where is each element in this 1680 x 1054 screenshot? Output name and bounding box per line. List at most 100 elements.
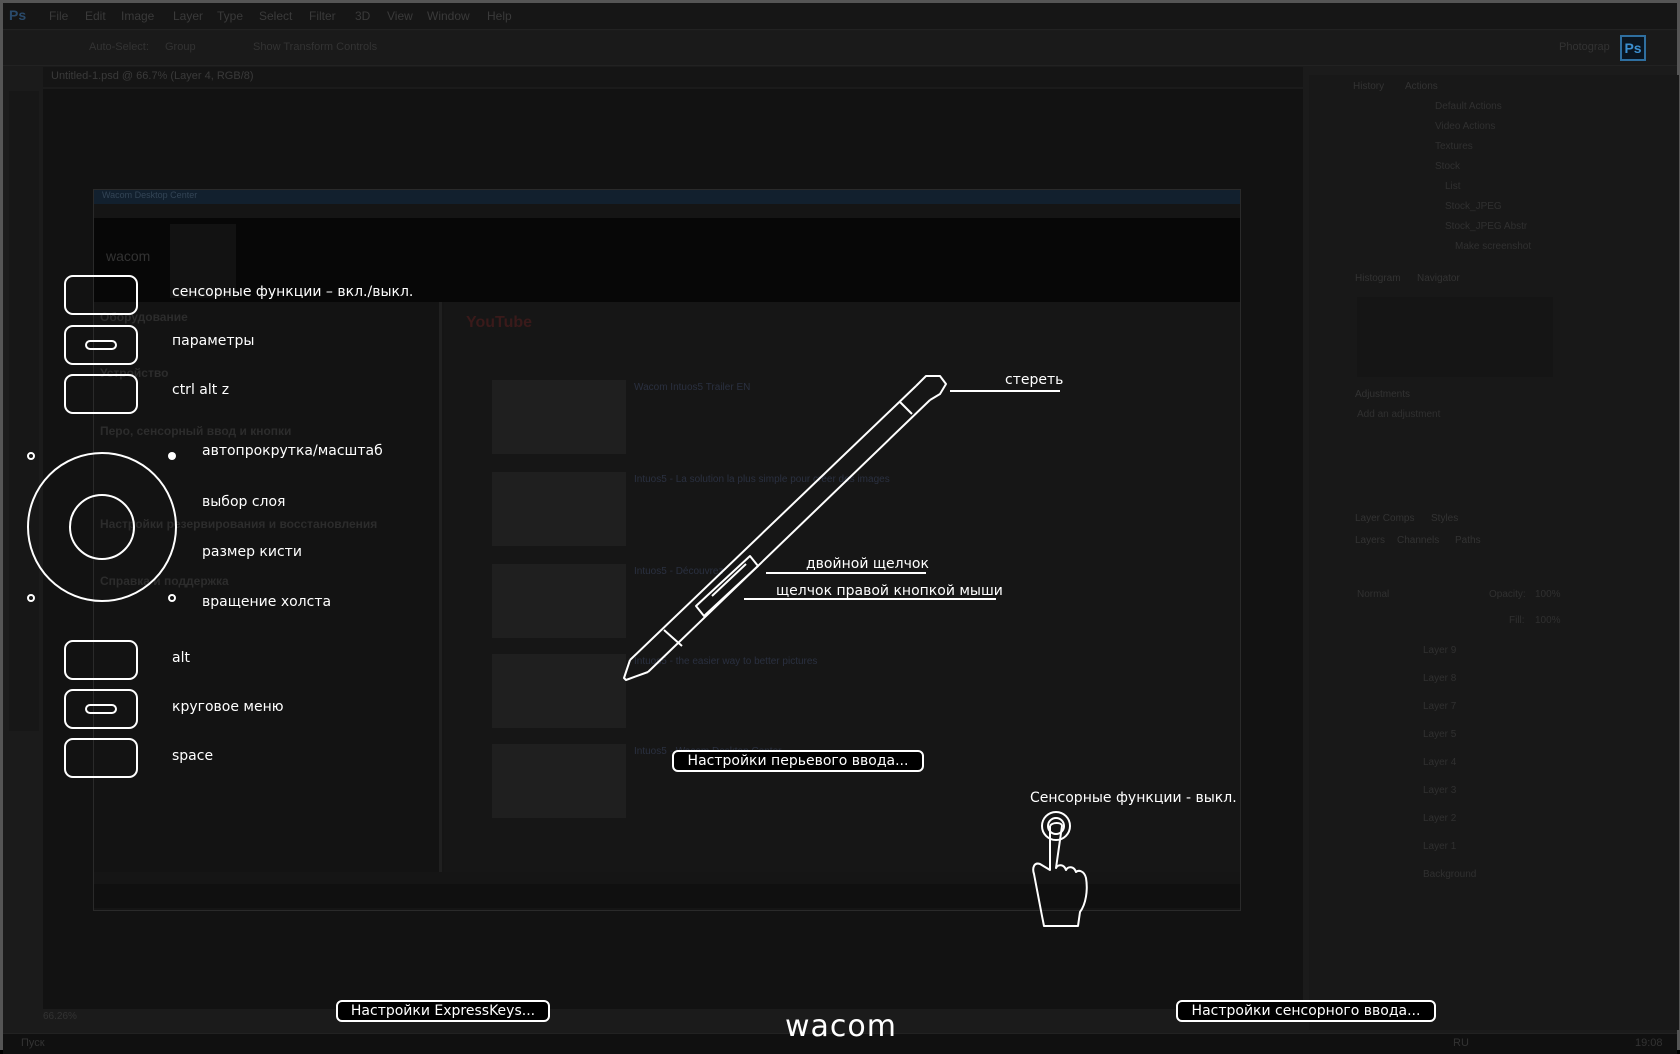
expresskey-6-label: space	[172, 748, 214, 764]
menu-select[interactable]: Select	[259, 9, 292, 23]
photoshop-app-icon: Ps	[1620, 35, 1646, 61]
touch-status-label: Сенсорные функции - выкл.	[1030, 790, 1237, 806]
ring-mode-2-label: выбор слоя	[202, 494, 286, 510]
menu-image[interactable]: Image	[121, 9, 154, 23]
ps-right-panels: History Actions Default Actions Video Ac…	[1309, 75, 1679, 1030]
menu-layer[interactable]: Layer	[173, 9, 203, 23]
expresskey-3[interactable]	[64, 374, 138, 414]
video-thumb	[492, 744, 626, 818]
histogram-graph	[1357, 297, 1553, 377]
opacity-value[interactable]: 100%	[1535, 589, 1561, 603]
ring-mode-3-label: размер кисти	[202, 544, 302, 560]
tab-channels[interactable]: Channels	[1397, 535, 1439, 551]
tab-layer-comps[interactable]: Layer Comps	[1355, 513, 1414, 529]
menu-3d[interactable]: 3D	[355, 9, 370, 23]
ps-options-bar: Auto-Select: Group Show Transform Contro…	[3, 31, 1677, 66]
ps-menubar: Ps File Edit Image Layer Type Select Fil…	[3, 3, 1677, 30]
layer-row[interactable]: Layer 4	[1423, 757, 1456, 771]
opacity-label: Opacity:	[1489, 589, 1526, 600]
layer-row[interactable]: Layer 9	[1423, 645, 1456, 659]
action-item[interactable]: List	[1445, 181, 1461, 195]
expresskey-3-label: ctrl alt z	[172, 382, 230, 398]
action-item[interactable]: Stock_JPEG Abstr	[1445, 221, 1527, 235]
menu-window[interactable]: Window	[427, 9, 470, 23]
pen-icon	[623, 375, 947, 681]
ps-tools-panel[interactable]	[9, 91, 39, 731]
ring-marker-bottom	[27, 594, 35, 602]
ring-mode-1-label: автопрокрутка/масштаб	[202, 443, 383, 459]
expresskey-2-label: параметры	[172, 333, 255, 349]
tab-adjustments[interactable]: Adjustments	[1355, 389, 1410, 405]
layer-row[interactable]: Layer 2	[1423, 813, 1456, 827]
language-indicator[interactable]: RU	[1453, 1037, 1469, 1049]
menu-type[interactable]: Type	[217, 9, 243, 23]
add-adjustment-label: Add an adjustment	[1357, 409, 1441, 420]
ring-mode-dot-4	[168, 594, 176, 602]
action-item[interactable]: Default Actions	[1435, 101, 1502, 115]
action-item[interactable]: Video Actions	[1435, 121, 1495, 135]
menu-filter[interactable]: Filter	[309, 9, 336, 23]
expresskey-1-label: сенсорные функции – вкл./выкл.	[172, 284, 414, 300]
start-button[interactable]: Пуск	[21, 1037, 45, 1049]
pill-icon	[85, 704, 117, 714]
layer-row[interactable]: Layer 8	[1423, 673, 1456, 687]
ring-marker-top	[27, 452, 35, 460]
wacom-logo: wacom	[785, 1009, 897, 1044]
ps-menubar-logo: Ps	[9, 7, 27, 23]
eraser-leader-line	[950, 390, 1060, 392]
action-item[interactable]: Stock_JPEG	[1445, 201, 1502, 215]
layer-row[interactable]: Layer 1	[1423, 841, 1456, 855]
auto-select-checkbox[interactable]: Auto-Select:	[89, 41, 149, 53]
fill-value[interactable]: 100%	[1535, 615, 1561, 629]
layer-row[interactable]: Layer 3	[1423, 785, 1456, 799]
action-item[interactable]: Textures	[1435, 141, 1473, 155]
pen-eraser-label: стереть	[1005, 372, 1064, 388]
layer-row[interactable]: Background	[1423, 869, 1476, 883]
layer-row[interactable]: Layer 7	[1423, 701, 1456, 715]
expresskey-6[interactable]	[64, 738, 138, 778]
expresskey-4-label: alt	[172, 650, 190, 666]
touch-settings-button[interactable]: Настройки сенсорного ввода...	[1176, 1000, 1436, 1022]
action-item[interactable]: Stock	[1435, 161, 1460, 175]
touch-ring-icon[interactable]	[20, 444, 190, 614]
tab-histogram[interactable]: Histogram	[1355, 273, 1401, 289]
menu-file[interactable]: File	[49, 9, 68, 23]
wdc-title: Wacom Desktop Center	[94, 190, 1240, 204]
action-item[interactable]: Make screenshot	[1455, 241, 1531, 255]
expresskey-2[interactable]	[64, 325, 138, 365]
expresskey-5[interactable]	[64, 689, 138, 729]
show-transform-checkbox[interactable]: Show Transform Controls	[253, 41, 377, 53]
pen-upper-button-label: двойной щелчок	[806, 556, 929, 572]
pen-settings-button[interactable]: Настройки перьевого ввода...	[672, 750, 924, 772]
pen-lower-button-label: щелчок правой кнопкой мыши	[776, 583, 1003, 599]
menu-view[interactable]: View	[387, 9, 413, 23]
pill-icon	[85, 340, 117, 350]
fill-label: Fill:	[1509, 615, 1525, 626]
youtube-logo: YouTube	[466, 314, 533, 331]
blend-mode-select[interactable]: Normal	[1357, 589, 1389, 603]
tab-history[interactable]: History	[1353, 81, 1384, 97]
clock: 19:08	[1635, 1037, 1663, 1049]
document-tab[interactable]: Untitled-1.psd @ 66.7% (Layer 4, RGB/8)	[51, 70, 254, 82]
tab-actions[interactable]: Actions	[1405, 81, 1438, 97]
tab-styles[interactable]: Styles	[1431, 513, 1458, 529]
touch-hand-icon	[1032, 811, 1088, 927]
expresskey-4[interactable]	[64, 640, 138, 680]
ps-document-tabbar: Untitled-1.psd @ 66.7% (Layer 4, RGB/8)	[43, 67, 1303, 87]
menu-edit[interactable]: Edit	[85, 9, 106, 23]
auto-select-group-dropdown[interactable]: Group	[165, 41, 196, 53]
tab-navigator[interactable]: Navigator	[1417, 273, 1460, 289]
expresskey-5-label: круговое меню	[172, 699, 284, 715]
expresskey-1[interactable]	[64, 275, 138, 315]
tab-layers[interactable]: Layers	[1355, 535, 1385, 551]
expresskeys-settings-button[interactable]: Настройки ExpressKeys...	[336, 1000, 550, 1022]
upper-button-leader-line	[766, 572, 926, 574]
ps-zoom-status: 66.26%	[43, 1011, 77, 1022]
layer-row[interactable]: Layer 5	[1423, 729, 1456, 743]
workspace-switcher[interactable]: Photograp	[1559, 41, 1610, 53]
menu-help[interactable]: Help	[487, 9, 512, 23]
wdc-logo: wacom	[106, 248, 151, 264]
ring-mode-dot-1	[168, 452, 176, 460]
ring-mode-4-label: вращение холста	[202, 594, 332, 610]
tab-paths[interactable]: Paths	[1455, 535, 1481, 551]
